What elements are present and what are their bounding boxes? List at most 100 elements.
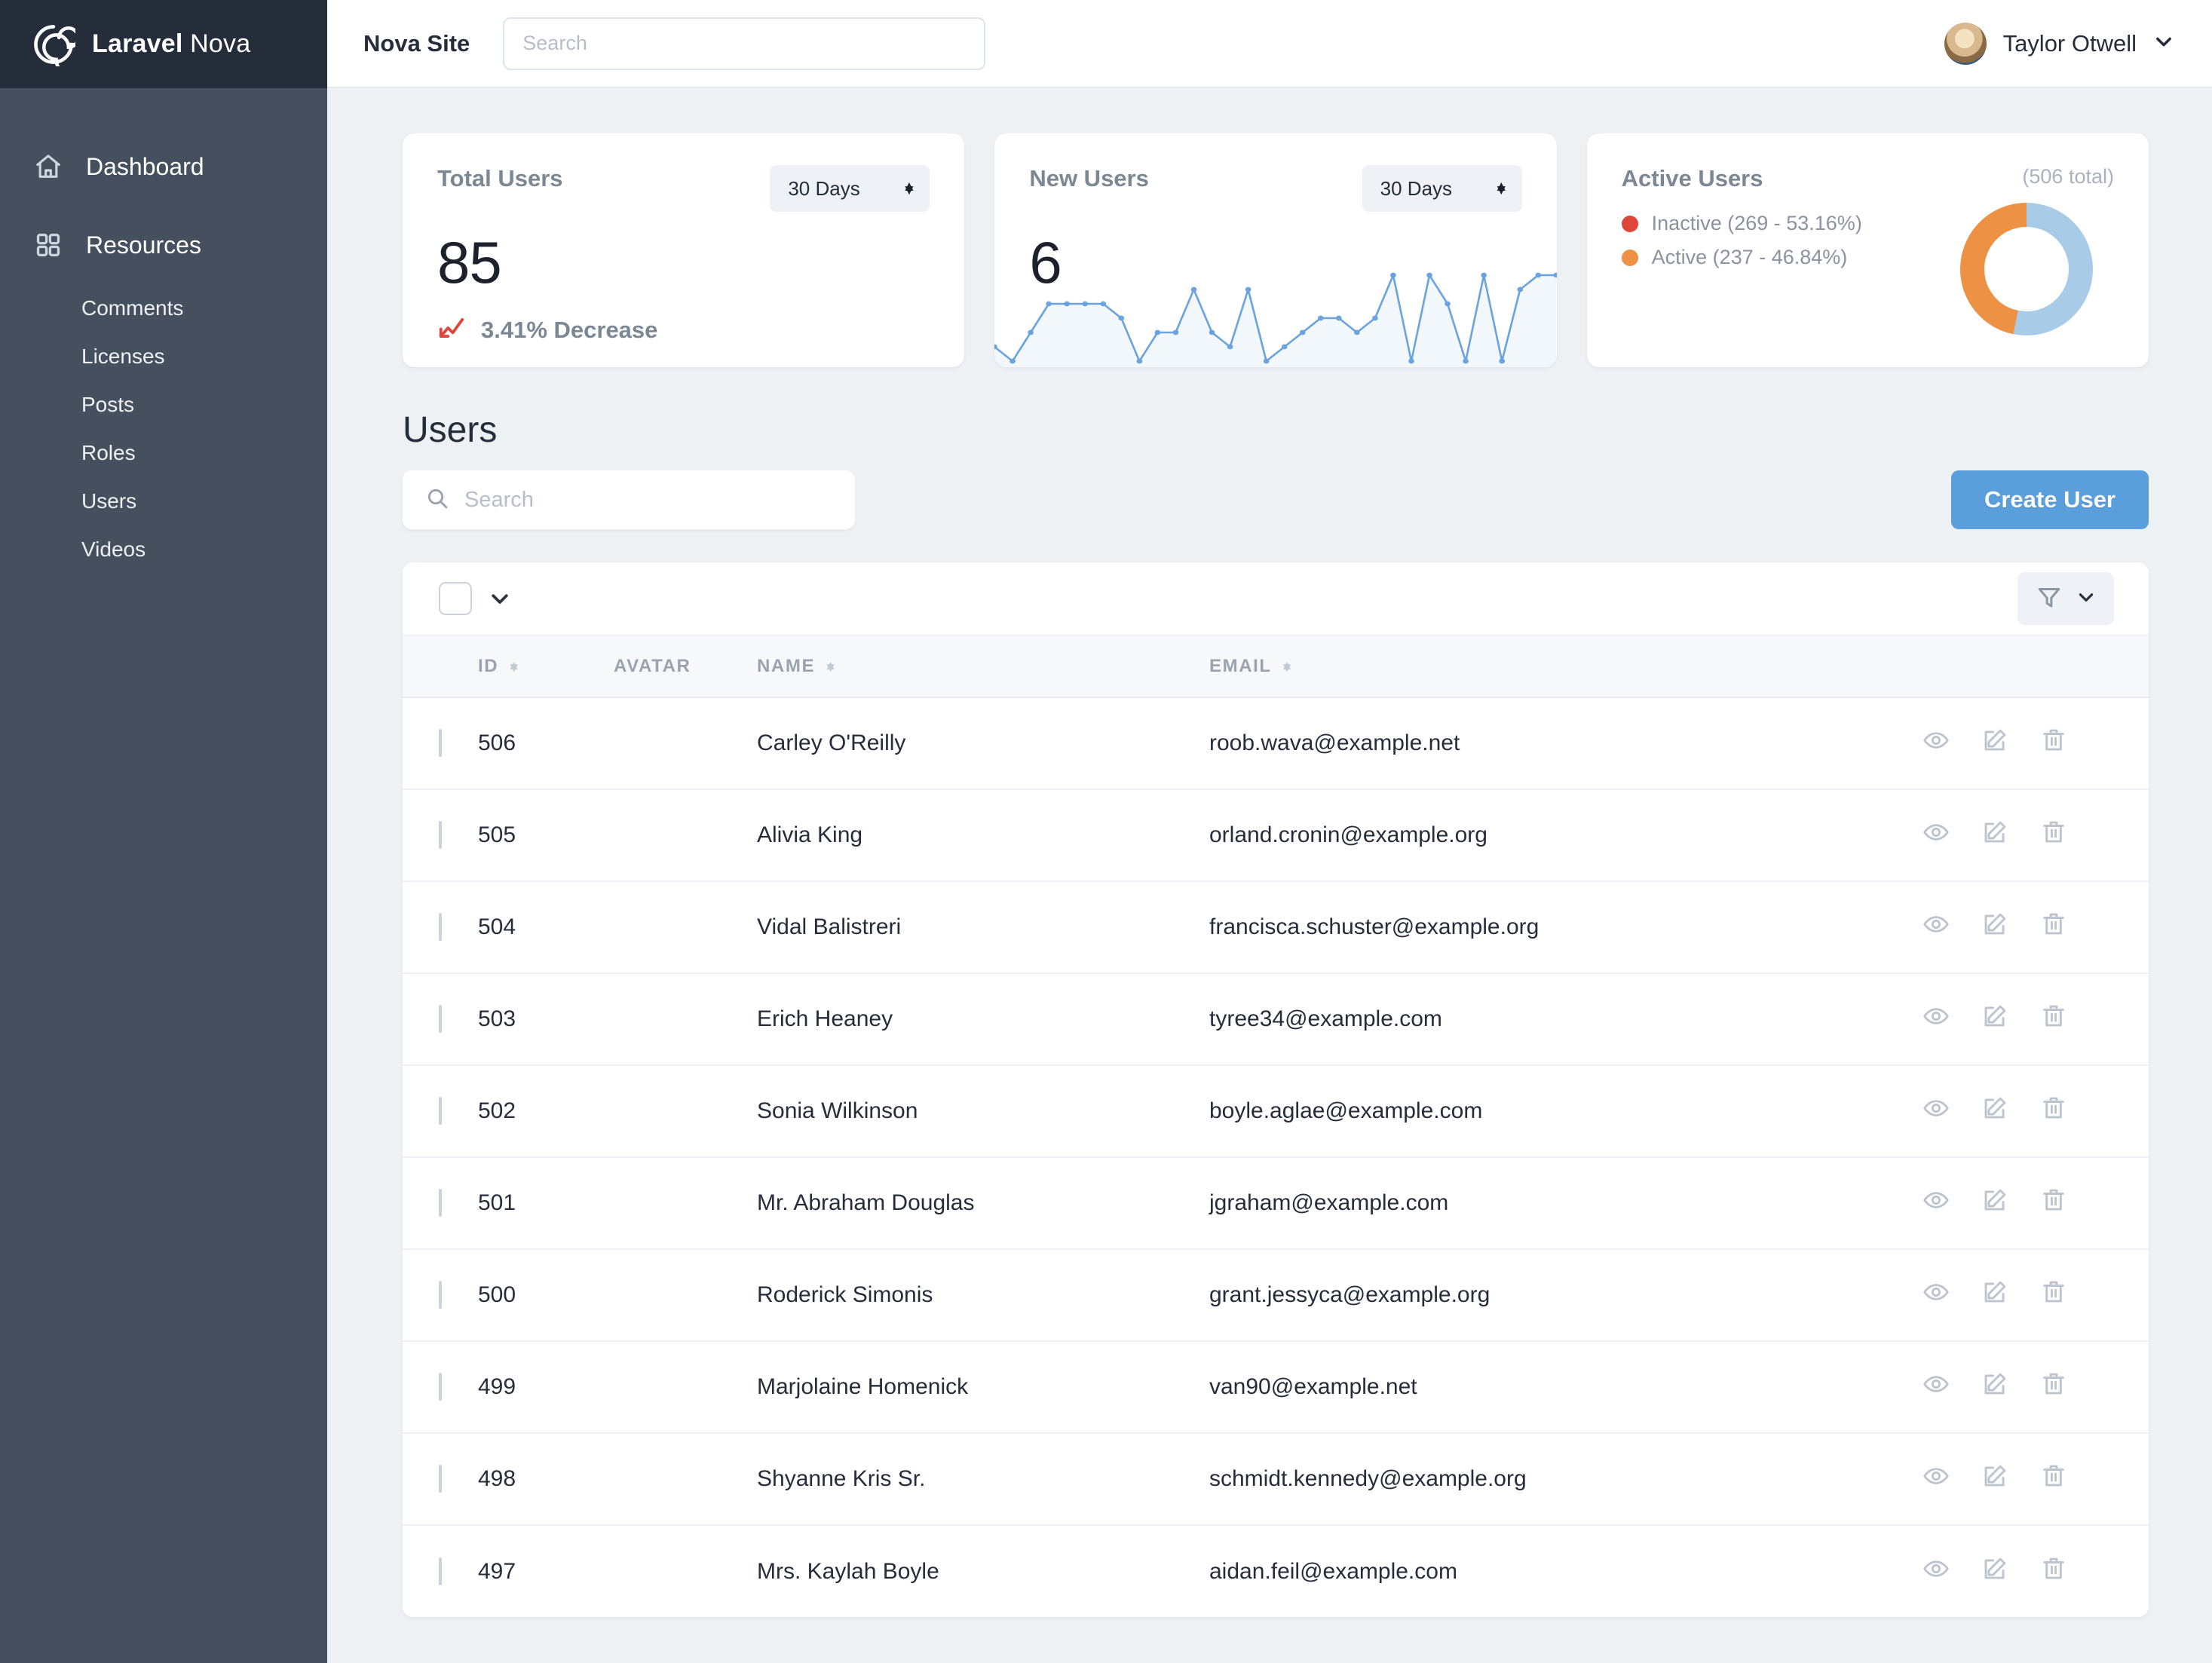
pencil-square-icon[interactable] xyxy=(1981,911,2008,944)
pencil-square-icon[interactable] xyxy=(1981,1095,2008,1128)
select-all-checkbox[interactable] xyxy=(439,582,472,615)
chevron-down-icon[interactable] xyxy=(489,587,511,610)
global-search[interactable] xyxy=(503,17,986,70)
pencil-square-icon[interactable] xyxy=(1981,727,2008,760)
column-header-email[interactable]: EMAIL ▲ ▼ xyxy=(1209,635,1922,698)
row-checkbox[interactable] xyxy=(439,1557,442,1585)
brand[interactable]: Laravel Nova xyxy=(0,0,327,88)
grid-squares-icon xyxy=(32,228,65,262)
column-header-id[interactable]: ID ▲ ▼ xyxy=(478,635,614,698)
row-checkbox[interactable] xyxy=(439,913,442,941)
eye-icon[interactable] xyxy=(1922,1279,1950,1312)
pencil-square-icon[interactable] xyxy=(1981,819,2008,852)
sidebar-item-videos[interactable]: Videos xyxy=(0,525,327,574)
pencil-square-icon[interactable] xyxy=(1981,1003,2008,1036)
sidebar: Laravel Nova Dashboard Resources Comment… xyxy=(0,0,327,1663)
table-row[interactable]: 498 Shyanne Kris Sr. schmidt.kennedy@examp… xyxy=(403,1433,2149,1526)
eye-icon[interactable] xyxy=(1922,1095,1950,1128)
eye-icon[interactable] xyxy=(1922,1555,1950,1588)
trend-label: 3.41% Decrease xyxy=(481,316,658,343)
sidebar-subitem-label: Licenses xyxy=(81,345,165,368)
table-row[interactable]: 499 Marjolaine Homenick van90@example.net xyxy=(403,1341,2149,1434)
trash-icon[interactable] xyxy=(2040,1555,2067,1588)
trash-icon[interactable] xyxy=(2040,911,2067,944)
row-checkbox[interactable] xyxy=(439,1097,442,1125)
sidebar-item-roles[interactable]: Roles xyxy=(0,429,327,477)
trash-icon[interactable] xyxy=(2040,1279,2067,1312)
cell-avatar xyxy=(614,1065,757,1158)
brand-name-light: Nova xyxy=(190,29,251,58)
row-checkbox[interactable] xyxy=(439,1281,442,1309)
row-checkbox-cell xyxy=(403,1433,478,1526)
table-row[interactable]: 500 Roderick Simonis grant.jessyca@example… xyxy=(403,1249,2149,1342)
trash-icon[interactable] xyxy=(2040,727,2067,760)
eye-icon[interactable] xyxy=(1922,911,1950,944)
trend-down-icon xyxy=(437,314,466,346)
sidebar-subitem-label: Videos xyxy=(81,537,146,561)
pencil-square-icon[interactable] xyxy=(1981,1371,2008,1404)
table-row[interactable]: 503 Erich Heaney tyree34@example.com xyxy=(403,973,2149,1066)
eye-icon[interactable] xyxy=(1922,1003,1950,1036)
row-actions xyxy=(1922,1279,2149,1312)
cell-name: Vidal Balistreri xyxy=(757,881,1209,974)
legend-label: Inactive (269 - 53.16%) xyxy=(1651,212,1862,234)
sidebar-item-licenses[interactable]: Licenses xyxy=(0,332,327,381)
resource-search-input[interactable] xyxy=(464,487,832,513)
period-select-total-users[interactable]: 30 Days ▲ ▼ xyxy=(770,165,930,212)
trash-icon[interactable] xyxy=(2040,1003,2067,1036)
row-checkbox[interactable] xyxy=(439,1005,442,1033)
global-search-input[interactable] xyxy=(522,18,967,69)
cell-id: 503 xyxy=(478,973,614,1066)
row-actions xyxy=(1922,1462,2149,1496)
brand-text: Laravel Nova xyxy=(92,29,250,59)
table-row[interactable]: 497 Mrs. Kaylah Boyle aidan.feil@example.c… xyxy=(403,1525,2149,1617)
sidebar-item-comments[interactable]: Comments xyxy=(0,284,327,332)
eye-icon[interactable] xyxy=(1922,1371,1950,1404)
header-checkbox xyxy=(403,635,478,698)
sidebar-item-users[interactable]: Users xyxy=(0,477,327,525)
trash-icon[interactable] xyxy=(2040,1462,2067,1496)
user-menu[interactable]: Taylor Otwell xyxy=(1944,22,2180,65)
trash-icon[interactable] xyxy=(2040,1187,2067,1220)
table-row[interactable]: 501 Mr. Abraham Douglas jgraham@example.co… xyxy=(403,1157,2149,1250)
column-header-name[interactable]: NAME ▲ ▼ xyxy=(757,635,1209,698)
pencil-square-icon[interactable] xyxy=(1981,1279,2008,1312)
eye-icon[interactable] xyxy=(1922,727,1950,760)
row-checkbox[interactable] xyxy=(439,821,442,849)
period-select-new-users[interactable]: 30 Days ▲ ▼ xyxy=(1362,165,1522,212)
chevron-down-icon xyxy=(2076,587,2096,611)
table-row[interactable]: 502 Sonia Wilkinson boyle.aglae@example.co… xyxy=(403,1065,2149,1158)
resource-toolbar: Create User xyxy=(403,470,2149,529)
resource-search[interactable] xyxy=(403,470,855,529)
trash-icon[interactable] xyxy=(2040,1371,2067,1404)
row-checkbox[interactable] xyxy=(439,1465,442,1493)
pencil-square-icon[interactable] xyxy=(1981,1187,2008,1220)
table-row[interactable]: 504 Vidal Balistreri francisca.schuster@ex… xyxy=(403,881,2149,974)
filter-button[interactable] xyxy=(2017,572,2114,625)
column-header-avatar: AVATAR xyxy=(614,635,757,698)
pencil-square-icon[interactable] xyxy=(1981,1462,2008,1496)
row-checkbox[interactable] xyxy=(439,729,442,757)
row-actions xyxy=(1922,1187,2149,1220)
sidebar-item-resources[interactable]: Resources xyxy=(0,206,327,284)
eye-icon[interactable] xyxy=(1922,819,1950,852)
trash-icon[interactable] xyxy=(2040,819,2067,852)
row-checkbox[interactable] xyxy=(439,1373,442,1401)
cell-name: Mrs. Kaylah Boyle xyxy=(757,1558,939,1584)
row-checkbox[interactable] xyxy=(439,1189,442,1217)
pencil-square-icon[interactable] xyxy=(1981,1555,2008,1588)
cell-actions xyxy=(1922,1249,2149,1342)
table-row[interactable]: 506 Carley O'Reilly roob.wava@example.net xyxy=(403,697,2149,790)
table-header-row: ID ▲ ▼ AVATAR NAME ▲ ▼ EMAIL ▲ ▼ xyxy=(403,635,2149,698)
sidebar-item-dashboard[interactable]: Dashboard xyxy=(0,127,327,206)
create-user-button[interactable]: Create User xyxy=(1950,470,2149,529)
eye-icon[interactable] xyxy=(1922,1462,1950,1496)
column-label: AVATAR xyxy=(614,656,691,676)
sidebar-item-posts[interactable]: Posts xyxy=(0,381,327,429)
sidebar-item-label: Resources xyxy=(86,231,201,259)
eye-icon[interactable] xyxy=(1922,1187,1950,1220)
table-row[interactable]: 505 Alivia King orland.cronin@example.org xyxy=(403,789,2149,882)
cell-avatar xyxy=(614,697,757,790)
trash-icon[interactable] xyxy=(2040,1095,2067,1128)
user-name: Taylor Otwell xyxy=(2002,29,2137,57)
